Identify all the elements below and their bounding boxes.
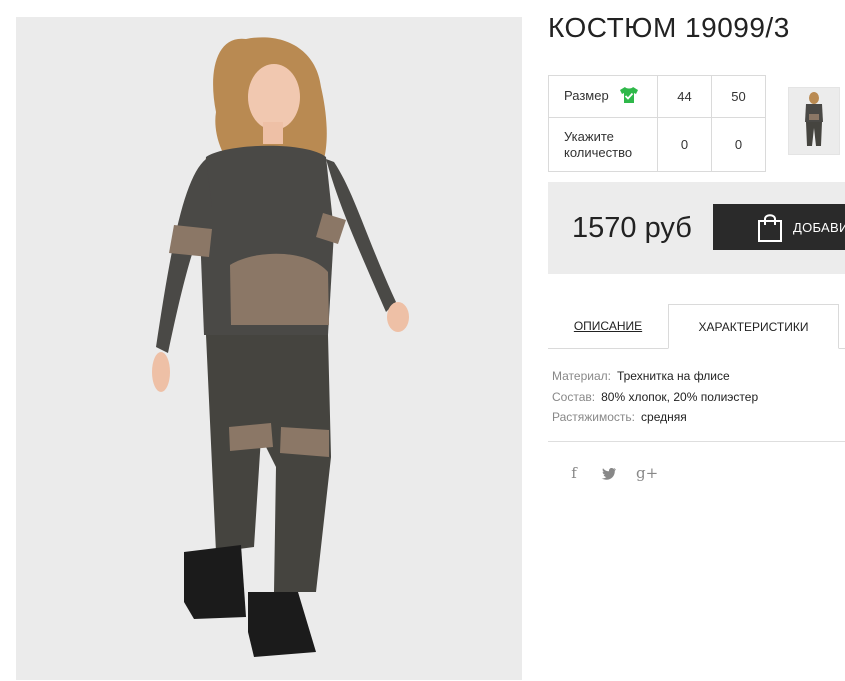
product-thumbnail[interactable] xyxy=(788,87,840,155)
buy-panel: 1570 руб ДОБАВИТЬ xyxy=(548,182,845,274)
add-to-cart-button[interactable]: ДОБАВИТЬ xyxy=(713,204,845,250)
facebook-icon[interactable]: f xyxy=(564,464,584,486)
model-illustration xyxy=(16,17,522,680)
spec-value: Трехнитка на флисе xyxy=(616,369,730,383)
googleplus-icon[interactable]: g+ xyxy=(636,464,658,486)
spec-key: Состав: xyxy=(552,389,596,404)
size-option-44[interactable]: 44 xyxy=(657,75,712,118)
size-label-cell: Размер xyxy=(548,75,658,118)
spec-value: средняя xyxy=(641,410,687,424)
spec-key: Материал: xyxy=(552,369,611,383)
tab-characteristics[interactable]: ХАРАКТЕРИСТИКИ xyxy=(668,304,839,349)
tab-description[interactable]: ОПИСАНИЕ xyxy=(548,304,668,348)
thumbnail-image xyxy=(805,92,823,146)
shopping-bag-icon xyxy=(757,213,783,246)
quantity-input-50[interactable]: 0 xyxy=(711,117,766,172)
spec-row: Материал: Трехнитка на флисе xyxy=(552,366,758,387)
quantity-input-44[interactable]: 0 xyxy=(657,117,712,172)
divider xyxy=(548,441,845,442)
product-tabs: ОПИСАНИЕ ХАРАКТЕРИСТИКИ xyxy=(548,304,845,349)
size-label: Размер xyxy=(564,87,609,103)
twitter-icon[interactable] xyxy=(599,464,619,486)
spec-row: Растяжимость: средняя xyxy=(552,407,758,428)
specs-list: Материал: Трехнитка на флисе Состав: 80% х… xyxy=(552,366,758,428)
spec-value: 80% хлопок, 20% полиэстер xyxy=(601,389,759,404)
size-table: Размер 44 50 Укажите количество 0 0 xyxy=(548,75,766,172)
spec-key: Растяжимость: xyxy=(552,410,636,424)
price: 1570 руб xyxy=(572,212,692,244)
product-photo[interactable] xyxy=(16,17,522,680)
spec-row: Состав: 80% хлопок, 20% полиэстер xyxy=(552,387,758,408)
tshirt-check-icon xyxy=(619,86,639,107)
quantity-label: Укажите количество xyxy=(548,117,658,172)
size-option-50[interactable]: 50 xyxy=(711,75,766,118)
page-title: КОСТЮМ 19099/3 xyxy=(548,12,790,43)
add-to-cart-label: ДОБАВИТЬ xyxy=(793,220,845,235)
